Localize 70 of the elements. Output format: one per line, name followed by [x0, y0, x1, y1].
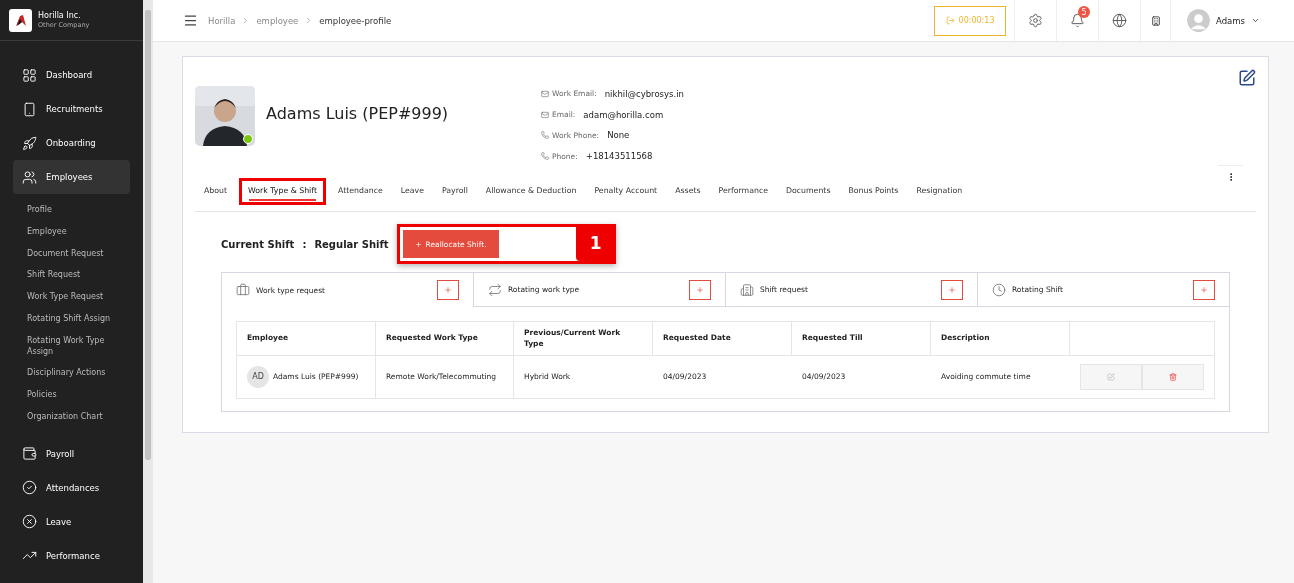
- sidebar-item[interactable]: Leave: [13, 504, 130, 539]
- sidebar-subitem[interactable]: Rotating Shift Assign: [27, 309, 127, 331]
- sidebar-item[interactable]: Payroll: [13, 436, 130, 471]
- employee-name: Adams Luis (PEP#999): [266, 104, 450, 125]
- check-circle-icon: [22, 480, 37, 496]
- phone-icon: [22, 101, 37, 117]
- sidebar-subitem[interactable]: Document Request: [27, 243, 127, 266]
- separator: :: [302, 238, 307, 250]
- mail-icon: [541, 89, 549, 98]
- sidebar-subitem[interactable]: Disciplinary Actions: [27, 363, 127, 386]
- sidebar-subitem[interactable]: Organization Chart: [27, 406, 127, 429]
- breadcrumb-link[interactable]: Horilla: [208, 15, 236, 26]
- contact-value: None: [607, 130, 630, 141]
- contact-value: +18143511568: [585, 151, 653, 162]
- plus-icon: [1200, 285, 1208, 294]
- repeat-icon: [488, 282, 502, 297]
- wallet-icon: [22, 446, 37, 462]
- shift-value: Regular Shift: [314, 238, 389, 250]
- sidebar-item[interactable]: Employees: [13, 160, 130, 194]
- scrollbar-thumb[interactable]: [145, 10, 151, 460]
- plus-icon: [948, 285, 956, 294]
- sidebar-item[interactable]: Attendances: [13, 470, 130, 505]
- grid-icon: [22, 67, 37, 83]
- sidebar-subitem[interactable]: Employee: [27, 221, 127, 244]
- breadcrumb-link[interactable]: employee: [256, 15, 299, 26]
- sidebar-subitem[interactable]: Policies: [27, 385, 127, 407]
- building-icon[interactable]: [1150, 15, 1161, 26]
- add-button[interactable]: [941, 279, 963, 300]
- edit-icon[interactable]: [1238, 69, 1256, 87]
- sidebar-subitem[interactable]: Profile: [27, 200, 127, 222]
- menu-icon[interactable]: [183, 13, 198, 28]
- shift-label: Current Shift: [221, 238, 295, 250]
- people-icon: [22, 169, 37, 185]
- x-circle-icon: [22, 514, 37, 530]
- sidebar-item[interactable]: Dashboard: [13, 58, 130, 92]
- clock-icon: [992, 282, 1006, 297]
- building-icon: [740, 282, 754, 297]
- breadcrumb-link[interactable]: employee-profile: [319, 15, 392, 26]
- globe-icon[interactable]: [1112, 13, 1127, 28]
- rocket-icon: [22, 135, 37, 151]
- add-button[interactable]: [437, 280, 459, 300]
- add-button[interactable]: [1193, 279, 1215, 300]
- sidebar-subitem[interactable]: Rotating Work Type Assign: [27, 330, 127, 364]
- sidebar-item[interactable]: Performance: [13, 538, 130, 573]
- step-marker: 1: [575, 224, 616, 261]
- sidebar-subitem[interactable]: Shift Request: [27, 265, 127, 288]
- briefcase-icon: [236, 283, 250, 297]
- sidebar-item[interactable]: Onboarding: [13, 126, 130, 160]
- trash-icon: [1169, 373, 1177, 381]
- settings-icon[interactable]: [1028, 13, 1043, 28]
- logo-icon: [9, 8, 32, 32]
- bell-icon[interactable]: [1070, 13, 1085, 28]
- contact-value: nikhil@cybrosys.in: [604, 88, 684, 99]
- mail-icon: [541, 110, 549, 119]
- add-button[interactable]: [689, 279, 711, 300]
- phone-icon: [541, 152, 549, 161]
- exit-icon: [945, 16, 955, 25]
- user-name[interactable]: Adams: [1216, 15, 1245, 26]
- phone-icon: [541, 131, 549, 140]
- contact-value: adam@horilla.com: [583, 109, 664, 120]
- sidebar-item[interactable]: Recruitments: [13, 92, 130, 126]
- sidebar-subitem[interactable]: Work Type Request: [27, 287, 127, 309]
- plus-icon: [414, 240, 422, 248]
- initials-avatar: AD: [247, 366, 269, 388]
- plus-icon: [444, 286, 452, 294]
- plus-icon: [696, 285, 704, 294]
- notification-badge: 5: [1078, 6, 1090, 18]
- edit-icon: [1107, 373, 1115, 381]
- company-name: Horilla Inc.: [38, 11, 82, 21]
- caret-icon[interactable]: [1251, 16, 1260, 25]
